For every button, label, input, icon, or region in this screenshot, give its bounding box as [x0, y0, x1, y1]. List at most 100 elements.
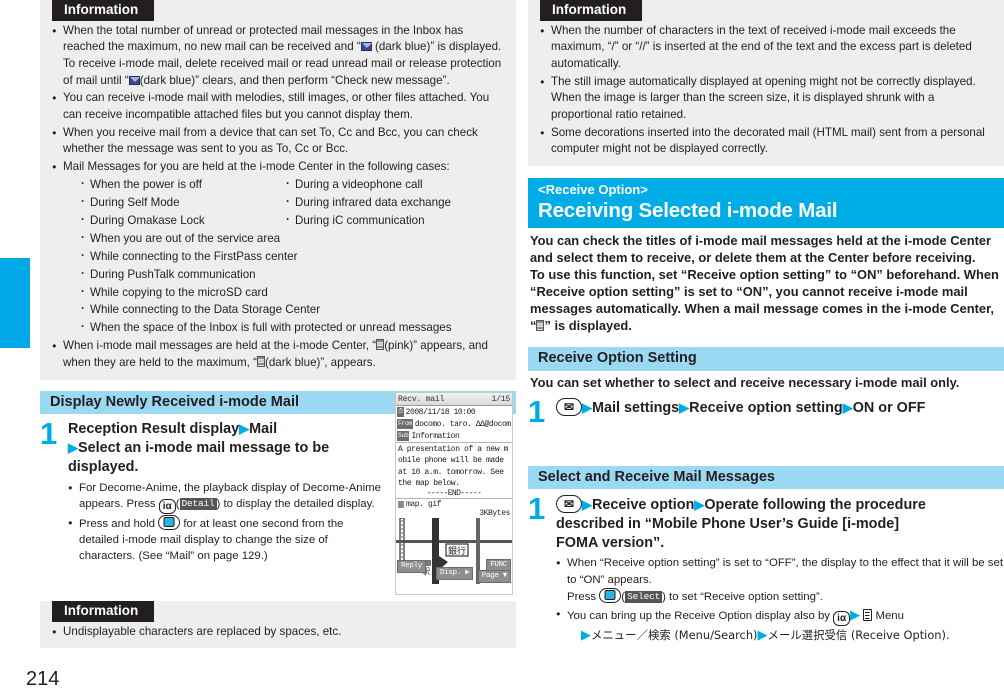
step-part: Reception Result display	[68, 421, 240, 438]
information-box-top: Information When the total number of unr…	[40, 0, 516, 380]
note-menu-label: Menu	[875, 610, 904, 623]
step-number: 1	[528, 393, 546, 429]
list-item: You can receive i-mode mail with melodie…	[52, 90, 506, 123]
information-bullet-list: Undisplayable characters are replaced by…	[52, 624, 506, 641]
cases-row: During Omakase Lock During iC communicat…	[80, 211, 506, 230]
information-body: When the total number of unread or prote…	[40, 23, 516, 372]
phone-from-line: From docomo. taro. ΔΔ@docom	[396, 418, 512, 430]
step-notes: For Decome-Anime, the playback display o…	[68, 480, 384, 565]
section-heading-select-and-receive: Select and Receive Mail Messages	[528, 465, 1004, 490]
phone-attachment-size: 3KBytes	[479, 509, 510, 519]
case-item: While connecting to the FirstPass center	[80, 247, 506, 266]
menu-key-icon	[863, 609, 873, 622]
intro-part-3: ” is displayed.	[544, 318, 632, 334]
mail-envelope-dark-blue-icon	[128, 75, 140, 85]
list-item: When i-mode mail messages are held at th…	[52, 338, 506, 371]
information-body: When the number of characters in the tex…	[528, 23, 1004, 159]
imode-key-icon: iα	[158, 498, 176, 514]
case-item: During infrared data exchange	[285, 193, 506, 212]
case-item: During Self Mode	[80, 193, 285, 212]
arrow-icon: ▶	[68, 440, 78, 456]
list-item: For Decome-Anime, the playback display o…	[68, 480, 384, 514]
list-item: When the number of characters in the tex…	[540, 23, 994, 73]
phone-from: docomo. taro. ΔΔ@docom	[414, 419, 511, 429]
arrow-icon: ▶	[582, 497, 592, 513]
intro-part-1: You can check the titles of i-mode mail …	[530, 233, 992, 266]
phone-counter: 1/15	[491, 394, 511, 404]
list-item: Some decorations inserted into the decor…	[540, 125, 994, 158]
note-press-suffix: ) to set “Receive option setting”.	[662, 590, 823, 603]
note-text: You can bring up the Receive Option disp…	[567, 610, 834, 623]
phone-screenshot: Recv. mail 1/15 ⏱ 2008/11/18 10:00 From do…	[395, 392, 513, 595]
section-lead-text: You can set whether to select and receiv…	[530, 375, 960, 391]
chapter-heading: <Receive Option> Receiving Selected i-mo…	[528, 178, 1004, 229]
arrow-icon: ▶	[842, 399, 853, 415]
phone-title: Recv. mail	[398, 394, 445, 404]
step-1-select-and-receive: 1 ▶Receive option▶Operate following the …	[528, 491, 1004, 644]
chapter-subtitle: <Receive Option>	[538, 182, 648, 198]
cases-sub-list: When the power is off During a videophon…	[63, 175, 506, 338]
softkey-reply[interactable]: Reply	[397, 559, 427, 574]
phone-subject: Information	[411, 431, 460, 441]
mail-key-icon	[556, 397, 582, 416]
step-part: Receive option	[592, 497, 695, 514]
page-number: 214	[26, 668, 60, 690]
arrow-icon: ▶	[679, 399, 690, 415]
phone-subject-line: Sub Information	[396, 430, 512, 442]
note-japanese-1: メニュー／検索 (Menu/Search)	[591, 628, 758, 643]
list-item: Press and hold for at least one second f…	[68, 514, 384, 565]
phone-attachment-name: map. gif	[406, 500, 442, 510]
step-number: 1	[528, 491, 546, 527]
from-tag: From	[397, 419, 413, 429]
softkey-page-label: Page	[481, 571, 499, 580]
step-instruction: Reception Result display▶Mail ▶Select an…	[68, 420, 384, 476]
softkey-disp[interactable]: Disp. ▶	[436, 566, 474, 581]
phone-softkeys: Reply Disp. ▶ FUNC Page ▼	[396, 554, 512, 584]
step-note-list: When “Receive option setting” is set to …	[556, 555, 1004, 644]
center-key-icon	[158, 514, 181, 530]
manual-page: Mail 214 Information When the total numb…	[0, 0, 1004, 697]
case-item: During iC communication	[285, 211, 506, 230]
cases-row: When the power is off During a videophon…	[80, 175, 506, 194]
information-bullet-list: When the total number of unread or prote…	[52, 23, 506, 372]
intro-paragraph: You can check the titles of i-mode mail …	[528, 228, 1004, 334]
step-part: displayed.	[68, 458, 139, 475]
information-box-bottom: Information Undisplayable characters are…	[40, 601, 516, 649]
step-part: ON or OFF	[852, 399, 926, 416]
step-instruction: ▶Receive option▶Operate following the pr…	[556, 495, 1004, 552]
step-part: Mail settings	[592, 399, 680, 416]
information-title: Information	[52, 0, 155, 21]
mail-key-icon	[556, 495, 582, 514]
case-item: During a videophone call	[285, 175, 506, 194]
list-item: When the total number of unread or prote…	[52, 23, 506, 90]
note-text: When “Receive option setting” is set to …	[567, 557, 1003, 586]
softkey-select-label: Select	[625, 590, 663, 604]
step-part: Select an i-mode mail message to be	[78, 440, 330, 457]
attachment-icon	[398, 501, 404, 509]
information-bullet-list: When the number of characters in the tex…	[540, 23, 994, 159]
list-item-label: Mail Messages for you are held at the i-…	[63, 160, 450, 174]
softkey-disp-label: Disp.	[440, 568, 462, 577]
center-key-icon	[599, 587, 622, 603]
list-item: The still image automatically displayed …	[540, 74, 994, 124]
mail-envelope-dark-blue-icon	[360, 42, 372, 52]
mail-server-pink-icon	[376, 339, 385, 351]
case-item: When you are out of the service area	[80, 229, 506, 248]
list-item: Undisplayable characters are replaced by…	[52, 624, 506, 641]
side-tab-label: Mail	[12, 314, 30, 348]
phone-date-line: ⏱ 2008/11/18 10:00	[396, 406, 512, 418]
step-part: Operate following the procedure	[704, 497, 926, 514]
case-item: When the space of the Inbox is full with…	[80, 318, 506, 337]
step-part: described in “Mobile Phone User’s Guide …	[556, 516, 900, 533]
note-japanese-2: メール選択受信 (Receive Option).	[767, 628, 950, 643]
step-note-list: For Decome-Anime, the playback display o…	[68, 480, 384, 565]
phone-map-image: 銀行 駅 Reply Disp. ▶ FUNC Page ▼	[396, 518, 512, 585]
arrow-icon: ▶	[850, 607, 861, 623]
softkey-page[interactable]: Page ▼	[477, 569, 511, 584]
softkey-detail-label: Detail	[179, 497, 217, 511]
step-part: FOMA version”.	[556, 534, 665, 551]
information-body: Undisplayable characters are replaced by…	[40, 624, 516, 641]
step-part: Mail	[249, 421, 278, 438]
cases-row: During Self Mode During infrared data ex…	[80, 193, 506, 212]
arrow-icon: ▶	[694, 497, 705, 513]
